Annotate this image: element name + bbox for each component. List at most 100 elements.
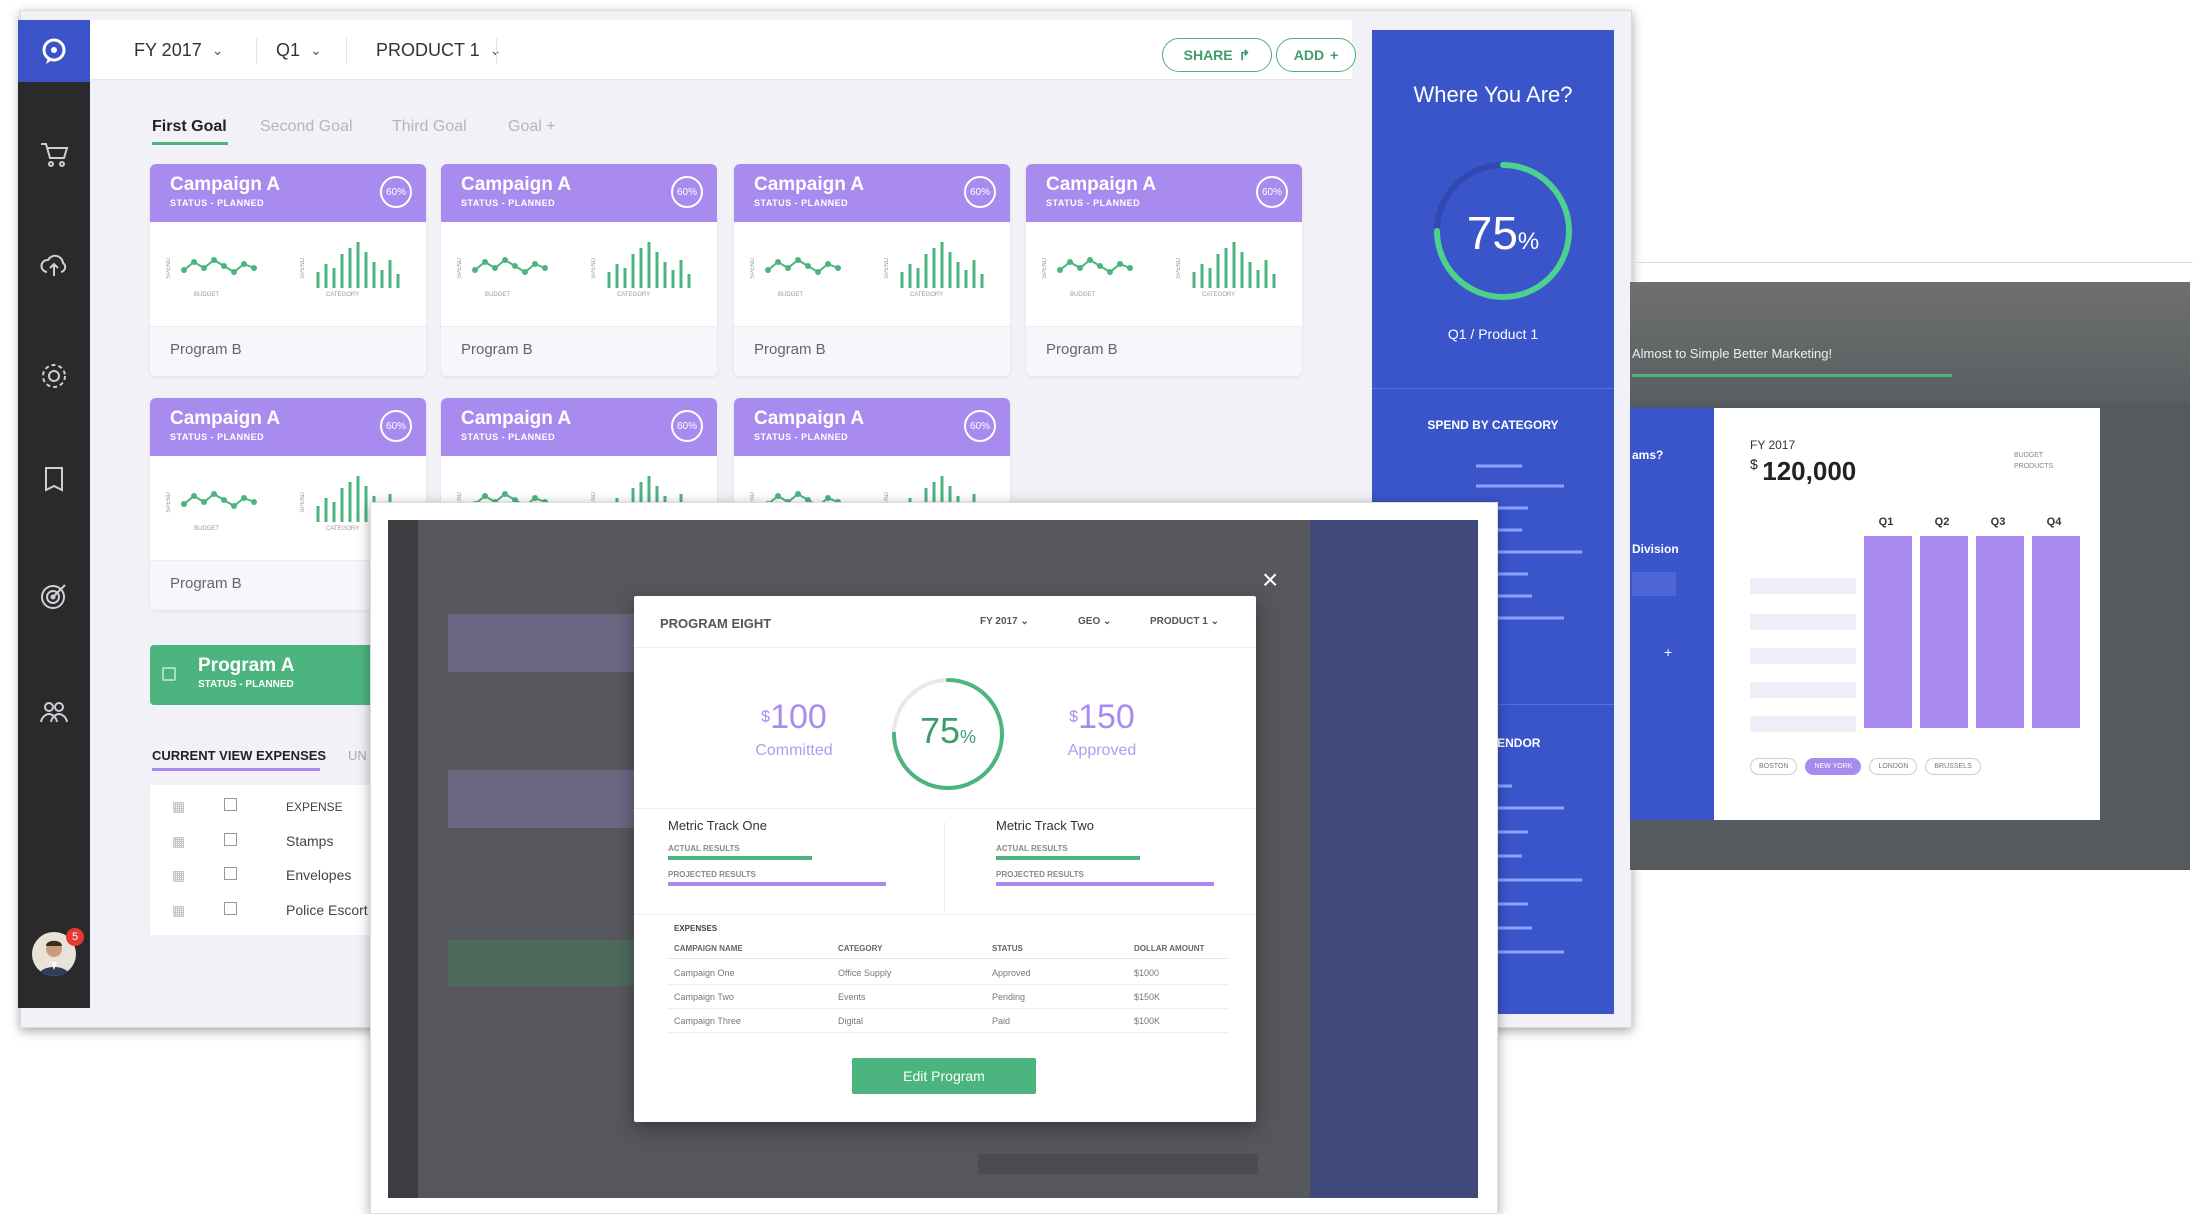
campaign-card[interactable]: Campaign A STATUS - PLANNED 60% SPEND BUDGET… (441, 164, 717, 376)
program-status: STATUS - PLANNED (198, 679, 294, 690)
banner-text: Almost to Simple Better Marketing! (1632, 346, 1833, 361)
card-sparklines: SPEND BUDGET SPEND CATEGORY (150, 222, 426, 326)
close-icon[interactable]: × (1262, 564, 1278, 596)
drag-handle-icon[interactable]: ▦ (172, 867, 185, 884)
row-checkbox[interactable] (224, 833, 237, 846)
row-campaign: Campaign One (674, 968, 735, 978)
product-value: PRODUCT 1 (376, 39, 480, 60)
table-row[interactable]: Campaign Three Digital Paid $100K (674, 1016, 1234, 1026)
row-category: Digital (838, 1016, 864, 1026)
modal-product-value: PRODUCT 1 (1150, 616, 1208, 627)
category-bar-chart (316, 242, 400, 288)
budget-line-chart (1057, 257, 1133, 275)
chart2-axis: SPEND (884, 258, 890, 279)
tab-add-goal[interactable]: Goal + (508, 118, 556, 136)
metric-one-projected-label: PROJECTED RESULTS (668, 870, 756, 879)
category-bar-chart (607, 242, 691, 288)
row-checkbox[interactable] (224, 902, 237, 915)
table-row[interactable]: Campaign Two Events Pending $150K (674, 992, 1234, 1002)
table-row[interactable]: Campaign One Office Supply Approved $100… (674, 968, 1234, 978)
tab-first-goal[interactable]: First Goal (152, 118, 227, 136)
approved-amount: $150 (1042, 698, 1162, 737)
row-checkbox[interactable] (224, 867, 237, 880)
row-category: Events (838, 992, 866, 1002)
pill-london[interactable]: LONDON (1869, 758, 1918, 775)
table-row[interactable]: ▦ Envelopes (150, 859, 386, 893)
pill-boston[interactable]: BOSTON (1750, 758, 1798, 775)
panel-percent-sign: % (1517, 228, 1540, 255)
chart1-label: BUDGET (778, 292, 804, 298)
pill-brussels[interactable]: BRUSSELS (1925, 758, 1981, 775)
program-checkbox[interactable] (162, 667, 176, 681)
program-a-bar[interactable]: Program A STATUS - PLANNED (150, 645, 386, 705)
legend-budget: BUDGET (2014, 452, 2044, 459)
chart1-axis: SPEND (457, 258, 463, 279)
metric-one-projected-bar (668, 882, 886, 886)
cloud-upload-icon[interactable] (38, 250, 70, 282)
card-progress-badge: 60% (380, 410, 412, 442)
drag-handle-icon[interactable]: ▦ (172, 902, 185, 919)
row-status: Pending (992, 992, 1026, 1002)
campaign-card[interactable]: Campaign A STATUS - PLANNED 60% SPEND BUDGET… (734, 164, 1010, 376)
row-checkbox[interactable] (224, 798, 237, 811)
card-footer: Program B (734, 326, 1010, 376)
modal-percent-value: 75 (919, 710, 961, 751)
committed-value: 100 (770, 698, 827, 736)
modal-product-dropdown[interactable]: PRODUCT 1 ⌄ (1150, 616, 1219, 627)
row-campaign: Campaign Two (674, 992, 734, 1002)
active-tab-underline (152, 142, 228, 145)
cart-icon[interactable] (38, 138, 70, 170)
campaign-card[interactable]: Campaign A STATUS - PLANNED 60% SPEND BUDGET… (150, 164, 426, 376)
quarter-q4: Q4 (2046, 516, 2062, 528)
metric-two-actual-label: ACTUAL RESULTS (996, 844, 1068, 853)
share-button[interactable]: SHARE ↱ (1162, 38, 1272, 72)
row-amount: $1000 (1134, 968, 1160, 978)
team-icon[interactable] (38, 696, 70, 728)
chevron-down-icon: ⌄ (211, 41, 224, 58)
add-button[interactable]: ADD + (1276, 38, 1356, 72)
notification-badge: 5 (66, 928, 84, 946)
budget-legend: BUDGET PRODUCTS (2014, 450, 2053, 472)
share-icon: ↱ (1238, 46, 1251, 63)
plus-icon[interactable]: + (1664, 644, 1672, 660)
chart2-label: CATEGORY (617, 292, 651, 298)
book-icon[interactable] (38, 464, 70, 496)
budget-card: FY 2017 $ 120,000 BUDGET PRODUCTS Q1 Q2 Q… (1714, 408, 2100, 820)
modal-year-dropdown[interactable]: FY 2017 ⌄ (980, 616, 1029, 627)
gear-icon[interactable] (38, 360, 70, 392)
tab-second-goal[interactable]: Second Goal (260, 118, 353, 136)
program-modal: PROGRAM EIGHT FY 2017 ⌄ GEO ⌄ PRODUCT 1 … (634, 596, 1256, 1122)
table-row[interactable]: ▦ Stamps (150, 825, 386, 859)
year-dropdown[interactable]: FY 2017 ⌄ (134, 20, 223, 80)
tab-current-view-expenses[interactable]: CURRENT VIEW EXPENSES (152, 748, 326, 763)
row-category: Office Supply (838, 968, 892, 978)
target-icon[interactable] (38, 580, 70, 612)
product-dropdown[interactable]: PRODUCT 1⌄ (376, 20, 501, 80)
pill-new-york[interactable]: NEW YORK (1805, 758, 1862, 775)
budget-line-chart (181, 257, 257, 275)
campaign-card[interactable]: Campaign A STATUS - PLANNED 60% SPEND BUDGET… (1026, 164, 1302, 376)
chart1-axis: SPEND (166, 258, 172, 279)
sidebar: 5 (18, 20, 90, 1008)
col-campaign: CAMPAIGN NAME (674, 944, 743, 953)
table-row[interactable]: ▦ Police Escort (150, 894, 386, 928)
card-status: STATUS - PLANNED (754, 198, 849, 208)
table-row[interactable]: ▦ EXPENSE (150, 790, 386, 824)
modal-geo-dropdown[interactable]: GEO ⌄ (1078, 616, 1111, 627)
tab-third-goal[interactable]: Third Goal (392, 118, 467, 136)
card-title: Campaign A (170, 174, 281, 195)
drag-handle-icon[interactable]: ▦ (172, 833, 185, 850)
drag-handle-icon[interactable]: ▦ (172, 798, 185, 815)
tab-unassigned-expenses[interactable]: UN (348, 748, 367, 763)
expense-name: Envelopes (286, 867, 352, 883)
chart2-axis: SPEND (1176, 258, 1182, 279)
chart1-label: BUDGET (1070, 292, 1096, 298)
app-logo[interactable] (18, 20, 90, 82)
quarter-dropdown[interactable]: Q1 ⌄ (276, 20, 322, 80)
metric-two-projected-bar (996, 882, 1214, 886)
chevron-down-icon: ⌄ (1103, 616, 1112, 627)
card-footer: Program B (441, 326, 717, 376)
metric-two-actual-bar (996, 856, 1140, 860)
edit-program-button[interactable]: Edit Program (852, 1058, 1036, 1094)
card-footer: Program B (150, 326, 426, 376)
